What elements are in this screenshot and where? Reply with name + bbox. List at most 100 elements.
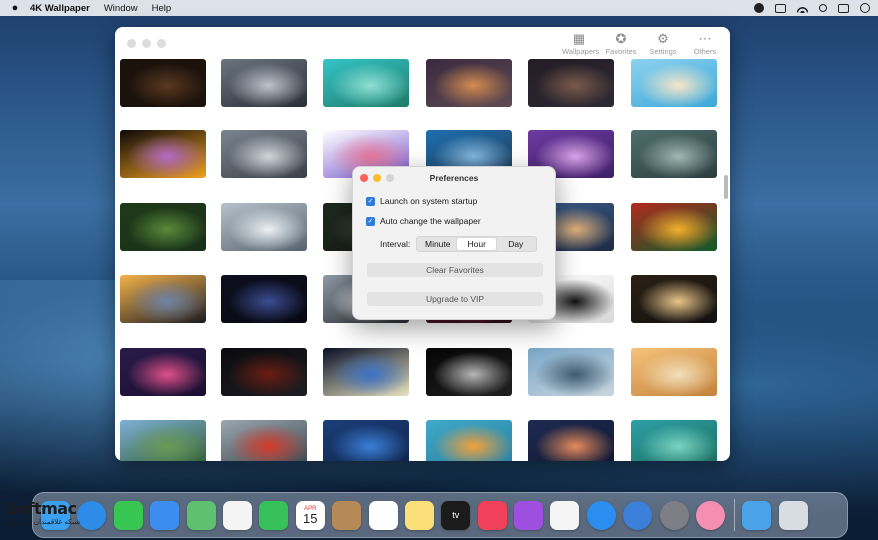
ellipsis-icon: ⋯ [698,31,712,46]
launch-startup-checkbox[interactable]: ✓ Launch on system startup [366,196,477,206]
scrollbar[interactable] [724,175,728,199]
dock-messages-icon[interactable] [113,500,143,530]
menu-help[interactable]: Help [152,3,172,14]
record-icon[interactable] [754,3,764,13]
wallpaper-thumbnail-flamingo-beach[interactable] [631,59,717,107]
launch-startup-label: Launch on system startup [380,196,478,206]
dock-separator [734,499,736,531]
toolbar-wallpapers[interactable]: ▦ Wallpapers [562,31,600,56]
wallpaper-thumbnail-valley-lake[interactable] [120,420,206,461]
upgrade-vip-button[interactable]: Upgrade to VIP [367,292,543,306]
watermark-logo: Softmac شبکه علاقمندان اپل ایران [6,499,96,532]
preferences-dialog: Preferences ✓ Launch on system startup ✓… [352,166,556,320]
toolbar-others-label: Others [693,47,717,56]
wallpaper-thumbnail-wet-leaf[interactable] [631,130,717,178]
wallpaper-thumbnail-coffee[interactable] [120,59,206,107]
wallpaper-thumbnail-neon-city[interactable] [120,348,206,396]
grid-icon: ▦ [572,31,586,46]
status-menus [754,0,870,16]
wallpaper-thumbnail-planet-space[interactable] [323,348,409,396]
dialog-title: Preferences [429,173,479,183]
wallpaper-thumbnail-car-silver[interactable] [221,59,307,107]
dock-altstore-icon[interactable] [623,500,653,530]
wallpaper-thumbnail-city-aerial[interactable] [528,59,614,107]
auto-change-checkbox[interactable]: ✓ Auto change the wallpaper [366,216,481,226]
watermark-brand: Softmac [6,499,77,518]
window-traffic-lights [127,39,166,48]
wallpaper-thumbnail-autumn-leaves[interactable] [426,420,512,461]
dock-calendar-icon[interactable]: APR 15 [295,500,325,530]
wallpaper-thumbnail-tropical-leaves[interactable] [631,203,717,251]
tv-label: tv [452,510,460,520]
wallpaper-thumbnail-pier-sunset[interactable] [426,59,512,107]
wallpaper-thumbnail-rock-sea[interactable] [323,59,409,107]
dock: APR 15 tv [32,492,848,538]
interval-hour[interactable]: Hour [457,238,497,250]
toolbar-settings[interactable]: ⚙ Settings [646,31,680,56]
dock-downloads-icon[interactable] [742,500,772,530]
wallpaper-thumbnail-concept-car[interactable] [221,275,307,323]
dock-mail-icon[interactable] [150,500,180,530]
star-icon: ✪ [615,31,627,46]
watermark-tagline: شبکه علاقمندان اپل ایران [6,519,81,526]
dock-reminders-icon[interactable] [368,500,398,530]
wallpaper-thumbnail-desert-car[interactable] [631,348,717,396]
menu-bar: ● 4K Wallpaper Window Help [0,0,878,16]
toolbar: ▦ Wallpapers ✪ Favorites ⚙ Settings ⋯ Ot… [562,31,722,56]
dock-photos-icon[interactable] [222,500,252,530]
wallpaper-thumbnail-supercar-light[interactable] [631,275,717,323]
dock-system-preferences-icon[interactable] [659,500,689,530]
wallpaper-thumbnail-snow-jeep[interactable] [221,203,307,251]
dock-podcasts-icon[interactable] [514,500,544,530]
wallpaper-thumbnail-car-red-4[interactable] [221,348,307,396]
calendar-day: 15 [303,510,318,526]
wallpaper-thumbnail-car-dark[interactable] [221,130,307,178]
interval-row: Interval: Minute Hour Day [380,236,538,252]
clock-icon[interactable] [860,3,870,13]
minimize-button[interactable] [142,39,151,48]
dock-app-store-icon[interactable] [586,500,616,530]
wifi-icon[interactable] [797,3,808,13]
gear-icon: ⚙ [657,31,669,46]
toolbar-favorites[interactable]: ✪ Favorites [604,31,638,56]
dock-tv-icon[interactable]: tv [441,500,471,530]
checkmark-icon: ✓ [366,216,375,226]
apple-icon[interactable]: ● [0,2,30,14]
menu-window[interactable]: Window [104,3,138,14]
dock-contacts-icon[interactable] [332,500,362,530]
window-titlebar: ▦ Wallpapers ✪ Favorites ⚙ Settings ⋯ Ot… [115,27,730,59]
dock-facetime-icon[interactable] [259,500,289,530]
interval-minute[interactable]: Minute [418,238,457,250]
wallpaper-thumbnail-coast-cliffs[interactable] [528,348,614,396]
wallpaper-thumbnail-car-sunset[interactable] [120,275,206,323]
dock-maps-icon[interactable] [186,500,216,530]
toolbar-others[interactable]: ⋯ Others [688,31,722,56]
screen-mirroring-icon[interactable] [775,3,786,13]
interval-segmented-control: Minute Hour Day [416,236,538,252]
toolbar-wallpapers-label: Wallpapers [562,47,600,56]
interval-label: Interval: [380,239,411,249]
dock-news-icon[interactable] [550,500,580,530]
checkmark-icon: ✓ [366,196,375,206]
wallpaper-thumbnail-sunset-sky[interactable] [528,420,614,461]
control-center-icon[interactable] [838,3,849,13]
wallpaper-thumbnail-winding-road[interactable] [120,203,206,251]
wallpaper-thumbnail-lagoon-aerial[interactable] [631,420,717,461]
close-button[interactable] [127,39,136,48]
wallpaper-thumbnail-astronaut-helmet[interactable] [426,348,512,396]
wallpaper-thumbnail-blue-texture[interactable] [323,420,409,461]
wallpaper-thumbnail-red-car-mountain[interactable] [221,420,307,461]
dock-trash-icon[interactable] [778,500,808,530]
wallpaper-thumbnail-butterfly-flowers[interactable] [120,130,206,178]
toolbar-settings-label: Settings [649,47,677,56]
clear-favorites-button[interactable]: Clear Favorites [367,263,543,277]
zoom-button[interactable] [157,39,166,48]
dock-notes-icon[interactable] [404,500,434,530]
auto-change-label: Auto change the wallpaper [380,216,481,226]
spotlight-search-icon[interactable] [819,4,827,12]
dock-music-icon[interactable] [477,500,507,530]
toolbar-favorites-label: Favorites [605,47,637,56]
dock-4k-wallpaper-icon[interactable] [696,500,726,530]
interval-day[interactable]: Day [496,238,535,250]
menu-app-name[interactable]: 4K Wallpaper [30,3,90,14]
